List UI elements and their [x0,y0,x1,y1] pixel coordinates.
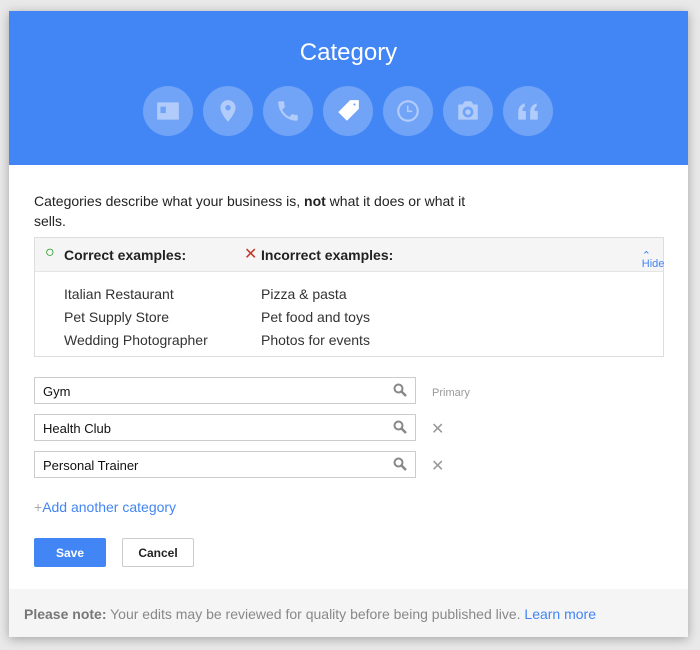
category-input-primary[interactable]: Gym [34,377,416,404]
correct-examples-title: Correct examples: [64,247,187,263]
dialog-header: Category [9,11,688,165]
phone-icon[interactable] [263,86,313,136]
hide-examples-link[interactable]: Hide ⌃ [642,249,665,270]
category-dialog: Category Categories describe what your b… [9,11,688,637]
dialog-title: Category [299,39,398,66]
add-category-link[interactable]: +Add another category [34,499,176,515]
list-item: Pet food and toys [261,309,370,325]
review-note: Please note: Your edits may be reviewed … [9,589,688,637]
search-icon[interactable] [393,383,407,397]
circle-check-icon: ○ [45,244,55,261]
list-item: Italian Restaurant [64,286,174,302]
cancel-button[interactable]: Cancel [122,538,194,567]
list-item: Photos for events [261,332,370,348]
category-input[interactable]: Health Club [34,414,416,441]
category-input[interactable]: Personal Trainer [34,451,416,478]
camera-icon[interactable] [443,86,493,136]
remove-category-icon[interactable]: ✕ [431,419,444,439]
location-pin-icon[interactable] [203,86,253,136]
correct-examples-list: Italian Restaurant Pet Supply Store Wedd… [64,283,208,352]
list-item: Wedding Photographer [64,332,208,348]
category-description: Categories describe what your business i… [34,193,466,229]
incorrect-examples-title: Incorrect examples: [261,247,394,263]
list-item: Pet Supply Store [64,309,170,325]
contact-card-icon[interactable] [143,86,193,136]
quote-icon[interactable] [503,86,553,136]
tag-icon[interactable] [323,86,373,136]
learn-more-link[interactable]: Learn more [524,606,596,622]
primary-label: Primary [432,387,470,399]
examples-box: ○ Correct examples: ✕ Incorrect examples… [34,237,664,357]
list-item: Pizza & pasta [261,286,347,302]
cross-icon: ✕ [244,246,258,263]
search-icon[interactable] [393,457,407,471]
incorrect-examples-list: Pizza & pasta Pet food and toys Photos f… [261,283,370,352]
save-button[interactable]: Save [34,538,106,567]
plus-icon: + [34,499,43,515]
clock-icon[interactable] [383,86,433,136]
search-icon[interactable] [393,420,407,434]
remove-category-icon[interactable]: ✕ [431,456,444,476]
